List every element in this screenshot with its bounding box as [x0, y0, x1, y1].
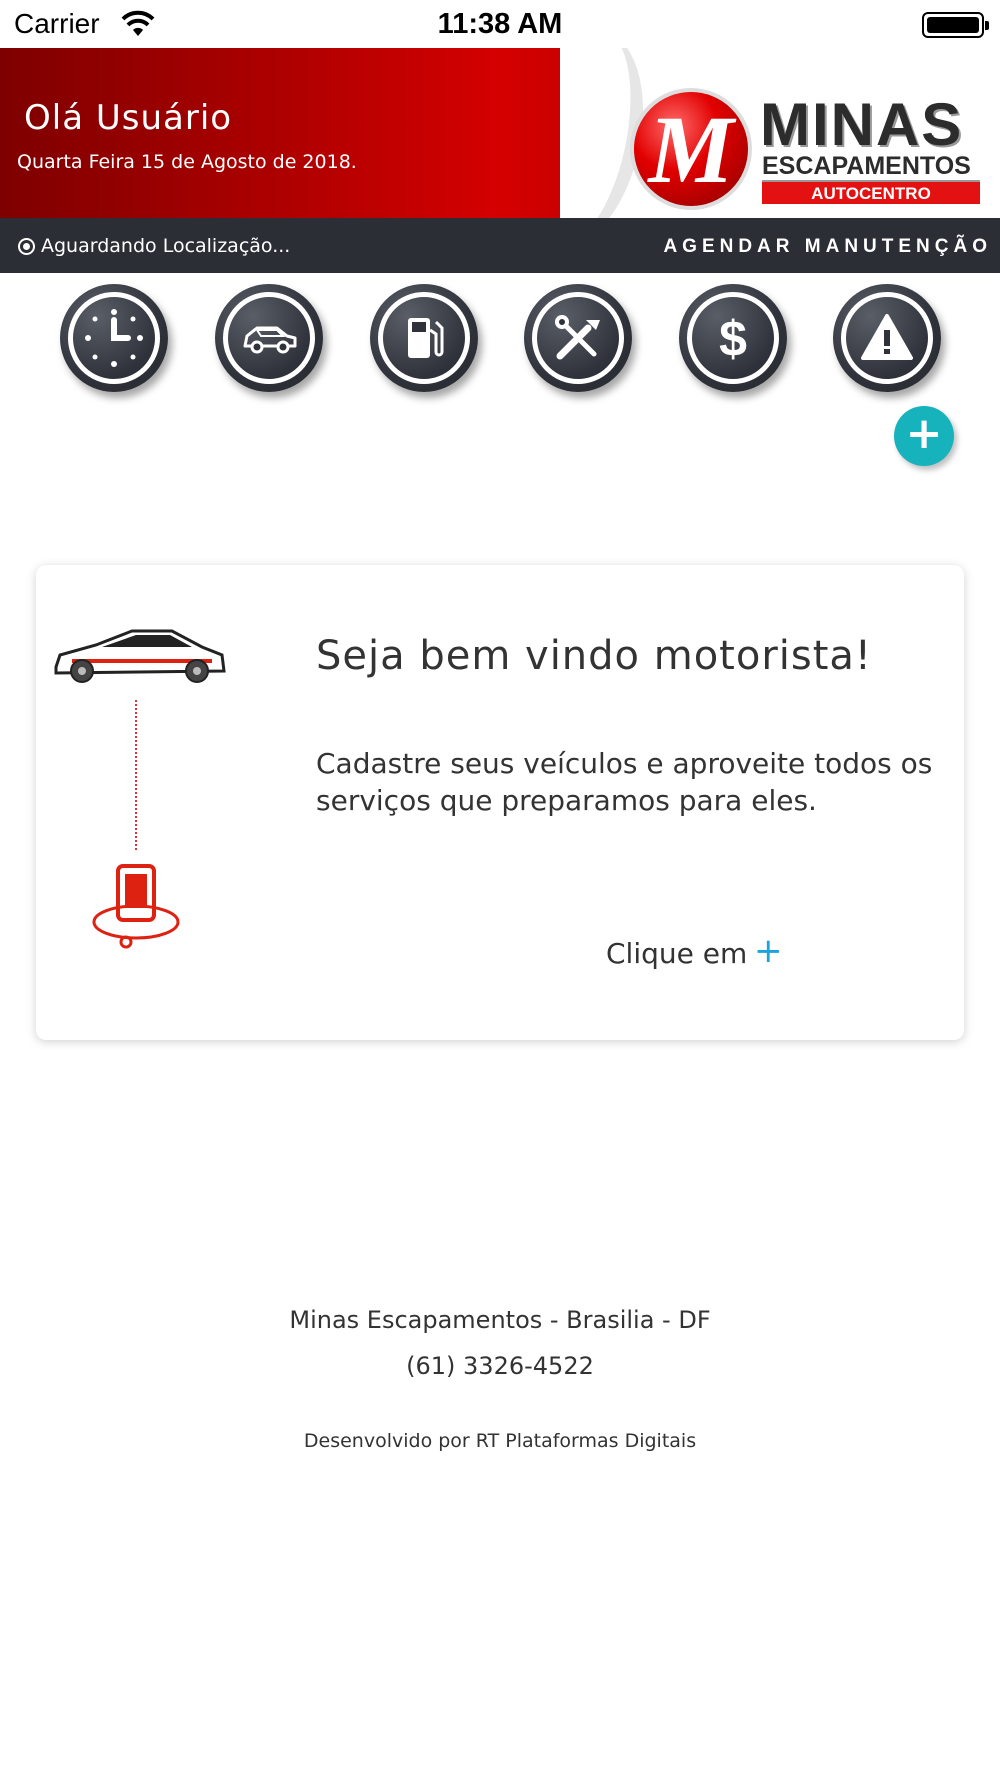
battery-icon: [922, 12, 989, 38]
logo-band: AUTOCENTRO: [762, 180, 980, 204]
add-vehicle-button[interactable]: +: [894, 406, 954, 466]
fuel-pump-icon: [408, 318, 444, 358]
finance-shortcut-button[interactable]: $: [679, 284, 787, 392]
cta-plus-icon: +: [754, 931, 783, 971]
footer-company: Minas Escapamentos - Brasilia - DF: [289, 1306, 711, 1334]
clock-shortcut-button[interactable]: [60, 284, 168, 392]
schedule-maintenance-button[interactable]: AGENDAR MANUTENÇÃO: [663, 236, 992, 258]
welcome-text: Cadastre seus veículos e aproveite todos…: [316, 747, 933, 817]
current-date: Quarta Feira 15 de Agosto de 2018.: [17, 151, 357, 173]
logo-title: MINAS: [760, 91, 964, 158]
phone-diagnostic-icon: [92, 864, 180, 949]
logo-mark: M: [648, 96, 734, 203]
dollar-icon: $: [719, 311, 747, 367]
logo-subtitle: ESCAPAMENTOS: [762, 152, 971, 180]
fuel-shortcut-button[interactable]: [370, 284, 478, 392]
minas-escapamentos-logo: M MINAS ESCAPAMENTOS AUTOCENTRO: [630, 88, 990, 218]
tools-icon: [555, 315, 600, 360]
welcome-title: Seja bem vindo motorista!: [316, 633, 872, 679]
welcome-card: Seja bem vindo motorista! Cadastre seus …: [36, 565, 964, 1040]
footer-phone[interactable]: (61) 3326-4522: [0, 1352, 1000, 1380]
sports-car-icon: [54, 629, 226, 683]
services-shortcut-button[interactable]: [524, 284, 632, 392]
status-bar: Carrier 11:38 AM: [0, 0, 1000, 48]
svg-text:$: $: [719, 311, 747, 367]
header-banner: Olá Usuário Quarta Feira 15 de Agosto de…: [0, 48, 1000, 218]
footer-credit: Desenvolvido por RT Plataformas Digitais: [303, 1430, 697, 1452]
status-time: 11:38 AM: [437, 8, 563, 40]
car-icon: [243, 326, 297, 354]
shortcut-row: $: [0, 284, 1000, 394]
welcome-cta-label: Clique em: [606, 937, 748, 970]
clock-icon: [85, 309, 143, 367]
warning-icon: [861, 314, 913, 360]
greeting: Olá Usuário: [24, 98, 233, 138]
dotted-connector: [135, 700, 137, 850]
vehicles-shortcut-button[interactable]: [215, 284, 323, 392]
location-status: Aguardando Localização...: [41, 235, 291, 257]
alerts-shortcut-button[interactable]: [833, 284, 941, 392]
plus-icon: +: [905, 408, 943, 459]
location-dot-icon: [18, 238, 35, 255]
location-bar: Aguardando Localização... AGENDAR MANUTE…: [0, 218, 1000, 273]
